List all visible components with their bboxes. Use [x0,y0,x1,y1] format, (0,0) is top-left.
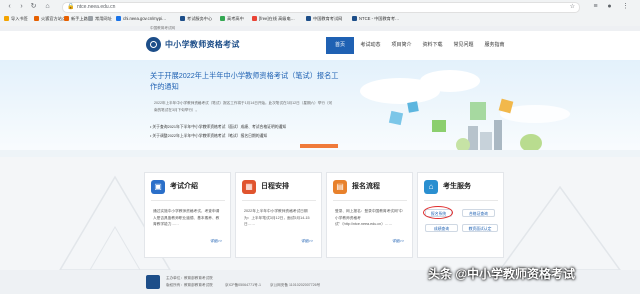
home-service-icon: ⌂ [424,180,438,194]
bookmark-item[interactable]: 中国教育考试网 [306,15,342,23]
nav-project-intro[interactable]: 项目简介 [387,37,416,54]
watermark: 头条 @中小学教师资格考试 [428,267,576,281]
divider [242,200,316,201]
card-title: 报名流程 [352,183,380,190]
card-title: 考生服务 [443,183,471,190]
building-decoration [480,132,492,152]
more-link[interactable]: 详细>> [301,238,313,244]
card-title: 考试介绍 [170,183,198,190]
folder-icon [88,16,93,22]
reload-icon[interactable]: ↻ [30,3,37,10]
document-icon: ▤ [333,180,347,194]
ground-strip [0,150,640,157]
nav-home[interactable]: 首页 [326,37,354,54]
more-link[interactable]: 详细>> [392,238,404,244]
cube-decoration [407,101,419,113]
more-link[interactable]: 详细>> [210,238,222,244]
site-header: 中小学教师资格考试 首页 考试动态 项目简介 资料下载 常见问题 服务指南 [0,31,640,61]
building-decoration [468,126,478,152]
cloud-decoration [420,70,480,92]
score-query-button[interactable]: 成绩查询 [425,224,458,232]
account-icon[interactable]: ● [606,3,613,10]
nav-service-guide[interactable]: 服务指南 [480,37,509,54]
card-body: 通过实施中小学教师资格考试，考查申请人是否具备教师职业道德、基本素养、教育教学能… [153,209,220,226]
highlight-circle [423,206,453,219]
menu-icon[interactable]: ⋮ [622,3,629,10]
footer-rights: 版权所有：教育部教育考试院 [166,283,213,287]
pencil-decoration [300,144,338,148]
interview-cert-button[interactable]: 教资面试认定 [462,224,498,232]
nav-exam-news[interactable]: 考试动态 [356,37,385,54]
hero-body: 2022年上半年中小学教师资格考试（笔试）报名工作将于1月14日开始。此次笔试在… [154,101,333,112]
building-decoration [494,120,502,152]
bookmark-item[interactable]: [free]在线 高级电… [252,15,295,23]
card-body: 2022年上半年中小学教师资格考试日期为：上半年笔试3月12日，面试5月14-1… [244,209,310,226]
bookmark-star-icon[interactable]: ☆ [570,4,575,11]
nav-faq[interactable]: 常见问题 [449,37,478,54]
hero-link[interactable]: • 关于调整2022年上半年中小学教师资格考试（笔试）报名日期的通知 [150,133,267,139]
card-registration: ▤ 报名流程 登录、网上报名：登录中国教育考试网"中小学教师资格考试"（http… [326,172,413,258]
card-body: 登录、网上报名：登录中国教育考试网"中小学教师资格考试"（http://ntce… [335,209,403,226]
bookmark-item[interactable]: 新手上路 [64,15,88,23]
firefox-icon [34,16,39,22]
site-icon [220,16,225,22]
back-icon[interactable]: ‹ [6,3,13,10]
cube-decoration [432,120,446,132]
site-logo-icon[interactable] [146,37,161,52]
certificate-query-button[interactable]: 合格证查询 [462,209,495,217]
calendar-icon: ▦ [242,180,256,194]
firefox-icon [64,16,69,22]
footer-police[interactable]: 京公网安备 11010202007726号 [270,282,320,288]
monitor-icon: ▣ [151,180,165,194]
site-icon [352,16,357,22]
address-bar[interactable]: 🔒 ntce.neea.edu.cn ☆ [62,2,580,13]
bookmark-item[interactable]: 火狐官方站点 [34,15,66,23]
bookmark-item[interactable]: 常用网址 [88,15,112,23]
footer-org: 主办单位：教育部教育考试院 [166,276,213,280]
cube-decoration [470,102,486,120]
site-title[interactable]: 中小学教师资格考试 [165,39,240,50]
cube-decoration [388,110,404,126]
bookmark-item[interactable]: 高考高中 [220,15,244,23]
nav-downloads[interactable]: 资料下载 [418,37,447,54]
divider [333,200,407,201]
divider [151,200,225,201]
bookmarks-bar: 导入书签 火狐官方站点 新手上路 常用网址 chi.neea.gov.cn/my… [0,13,640,25]
card-title: 日程安排 [261,183,289,190]
bookmark-item[interactable]: chi.neea.gov.cn/mypi… [116,15,166,23]
footer-logo-icon [146,275,160,289]
site-icon [306,16,311,22]
site-icon [116,16,121,22]
bookmark-item[interactable]: NTCE - 中国教育考… [352,15,399,23]
footer-icp[interactable]: 京ICP备05064771号-1 [225,282,261,288]
bookmark-item[interactable]: 考试服务中心 [180,15,212,23]
hero-banner: 关于开展2022年上半年中小学教师资格考试（笔试）报名工作的通知 2022年上半… [0,60,640,157]
site-icon [252,16,257,22]
card-exam-intro: ▣ 考试介绍 通过实施中小学教师资格考试，考查申请人是否具备教师职业道德、基本素… [144,172,231,258]
forward-icon[interactable]: › [18,3,25,10]
lock-icon: 🔒 [67,4,75,10]
browser-chrome: ‹ › ↻ ⌂ 🔒 ntce.neea.edu.cn ☆ ≡ ● ⋮ 导入书签 … [0,0,640,27]
extensions-icon[interactable]: ≡ [592,3,599,10]
url-text: ntce.neea.edu.cn [77,4,116,10]
address-row: ‹ › ↻ ⌂ 🔒 ntce.neea.edu.cn ☆ ≡ ● ⋮ [0,0,640,13]
hero-title[interactable]: 关于开展2022年上半年中小学教师资格考试（笔试）报名工作的通知 [150,70,340,92]
bookmark-icon [4,16,9,22]
home-icon[interactable]: ⌂ [44,3,51,10]
hero-link[interactable]: • 关于查询2021年下半年中小学教师资格考试（面试）成绩、考试合格证明的通知 [150,124,286,130]
card-schedule: ▦ 日程安排 2022年上半年中小学教师资格考试日期为：上半年笔试3月12日，面… [235,172,322,258]
divider [424,200,498,201]
site-icon [180,16,185,22]
bookmark-item[interactable]: 导入书签 [4,15,28,23]
